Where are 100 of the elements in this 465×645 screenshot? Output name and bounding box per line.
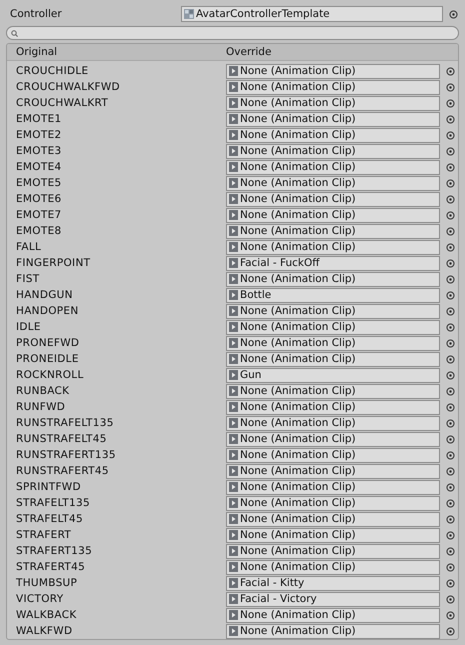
animation-clip-icon [229,162,238,172]
animation-clip-icon [229,178,238,188]
clip-field[interactable]: None (Animation Clip) [226,480,440,494]
clip-name: STRAFELT45 [16,513,84,525]
clip-field[interactable]: None (Animation Clip) [226,144,440,158]
clip-field[interactable]: None (Animation Clip) [226,176,440,190]
clip-name: IDLE [16,321,42,333]
animation-clip-icon [229,82,238,92]
animation-clip-icon [229,354,238,364]
animation-clip-icon [229,626,238,636]
animation-clip-icon [229,66,238,76]
clip-field[interactable]: None (Animation Clip) [226,304,440,318]
clip-field[interactable]: None (Animation Clip) [226,384,440,398]
animation-clip-icon [229,530,238,540]
clip-name: CROUCHWALKRT [16,97,110,109]
clip-name: RUNBACK [16,385,70,397]
clip-field[interactable]: None (Animation Clip) [226,160,440,174]
clip-name: EMOTE5 [16,177,62,189]
clip-name: FINGERPOINT [16,257,92,269]
clip-name: STRAFERT45 [16,561,86,573]
search-icon [11,30,18,36]
clip-field[interactable]: None (Animation Clip) [226,448,440,462]
clip-field[interactable]: None (Animation Clip) [226,416,440,430]
animation-clip-icon [229,338,238,348]
clip-name: SPRINTFWD [16,481,82,493]
clip-field[interactable]: None (Animation Clip) [226,496,440,510]
clip-field[interactable]: None (Animation Clip) [226,544,440,558]
animation-clip-icon [229,322,238,332]
clip-name: STRAFERT [16,529,72,541]
animation-clip-icon [229,146,238,156]
clip-name: RUNSTRAFERT45 [16,465,110,477]
controller-label: Controller [10,8,63,20]
clip-field[interactable]: None (Animation Clip) [226,560,440,574]
clip-field[interactable]: None (Animation Clip) [226,320,440,334]
clip-field[interactable]: None (Animation Clip) [226,192,440,206]
clip-name: HANDGUN [16,289,74,301]
clip-name: PRONEFWD [16,337,80,349]
animation-clip-icon [229,242,238,252]
clip-field[interactable]: None (Animation Clip) [226,464,440,478]
clip-name: PRONEIDLE [16,353,80,365]
clip-field[interactable]: Gun [226,368,440,382]
clip-field[interactable]: None (Animation Clip) [226,624,440,638]
clip-field[interactable]: None (Animation Clip) [226,112,440,126]
clip-name: EMOTE8 [16,225,62,237]
clip-field[interactable]: Bottle [226,288,440,302]
animation-clip-icon [229,594,238,604]
clip-name: HANDOPEN [16,305,80,317]
animation-clip-icon [229,466,238,476]
clip-name: RUNSTRAFERT135 [16,449,117,461]
clip-field[interactable]: Facial - Victory [226,592,440,606]
clip-name: EMOTE3 [16,145,62,157]
clip-name: RUNSTRAFELT45 [16,433,108,445]
animation-clip-icon [229,562,238,572]
animation-clip-icon [229,546,238,556]
clip-field[interactable]: None (Animation Clip) [226,608,440,622]
clip-name: THUMBSUP [16,577,78,589]
clip-field[interactable]: None (Animation Clip) [226,240,440,254]
clip-name: ROCKNROLL [16,369,85,381]
animation-clip-icon [229,578,238,588]
clip-name: RUNFWD [16,401,66,413]
clip-name: WALKFWD [16,625,74,637]
clip-field[interactable]: None (Animation Clip) [226,512,440,526]
animation-clip-icon [229,98,238,108]
clip-field[interactable]: None (Animation Clip) [226,352,440,366]
animation-clip-icon [229,418,238,428]
clip-name: VICTORY [16,593,64,605]
animation-clip-icon [229,450,238,460]
clip-name: EMOTE1 [16,113,62,125]
clip-field[interactable]: None (Animation Clip) [226,336,440,350]
clip-field[interactable]: None (Animation Clip) [226,224,440,238]
object-picker-icon[interactable] [449,10,458,18]
clip-field[interactable]: Facial - FuckOff [226,256,440,270]
clip-name: EMOTE6 [16,193,62,205]
animation-clip-icon [229,290,238,300]
clip-field[interactable]: None (Animation Clip) [226,400,440,414]
clip-name: RUNSTRAFELT135 [16,417,115,429]
clip-field[interactable]: None (Animation Clip) [226,272,440,286]
clip-name: FALL [16,241,42,253]
clip-name: EMOTE4 [16,161,62,173]
search-field[interactable] [6,26,459,40]
clip-field[interactable]: None (Animation Clip) [226,80,440,94]
clip-field[interactable]: None (Animation Clip) [226,208,440,222]
column-header: Override [226,46,272,58]
animation-clip-icon [229,610,238,620]
clip-name: EMOTE7 [16,209,62,221]
clip-field[interactable]: None (Animation Clip) [226,96,440,110]
clip-field[interactable]: Facial - Kitty [226,576,440,590]
clip-name: FIST [16,273,40,285]
clip-field[interactable]: None (Animation Clip) [226,528,440,542]
animation-clip-icon [229,482,238,492]
controller-field[interactable]: AvatarControllerTemplate [181,6,443,22]
clip-name: CROUCHIDLE [16,65,90,77]
animation-clip-icon [229,258,238,268]
animation-clip-icon [229,402,238,412]
clip-name: EMOTE2 [16,129,62,141]
animation-clip-icon [229,306,238,316]
clip-field[interactable]: None (Animation Clip) [226,432,440,446]
clip-field[interactable]: None (Animation Clip) [226,64,440,78]
clip-field[interactable]: None (Animation Clip) [226,128,440,142]
animation-clip-icon [229,386,238,396]
